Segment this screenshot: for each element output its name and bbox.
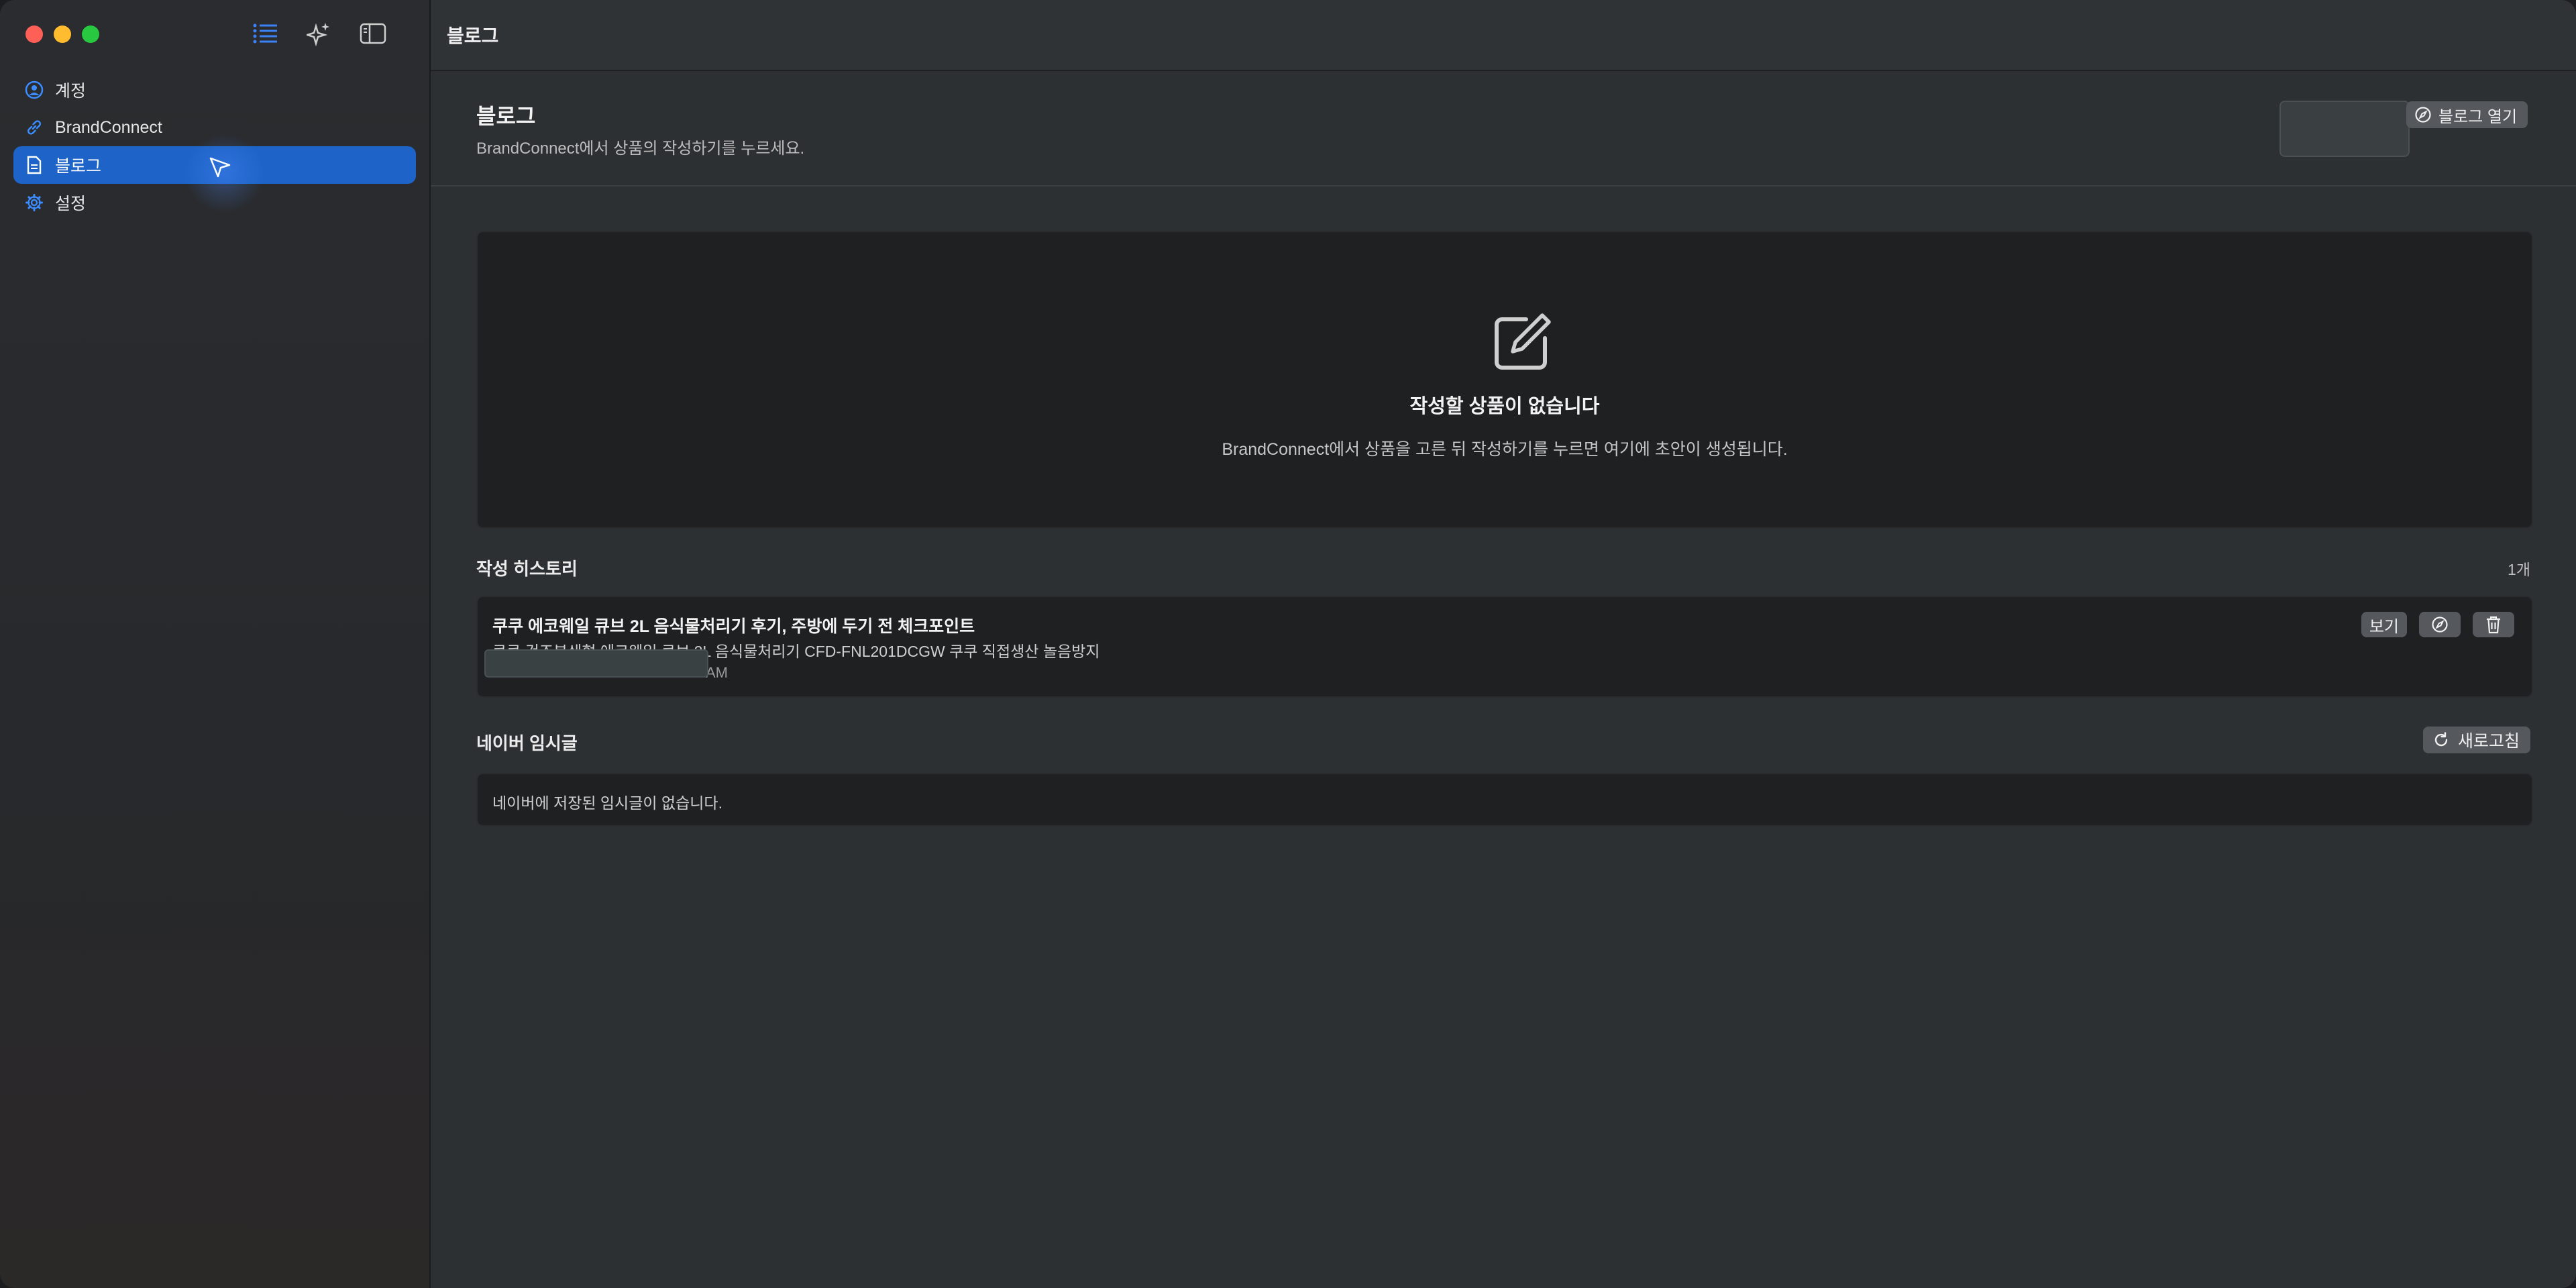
drafts-section-title: 네이버 임시글 [476, 733, 578, 753]
open-blog-button[interactable]: 블로그 열기 [2406, 101, 2528, 128]
sidebar-item-settings[interactable]: 설정 [13, 184, 416, 221]
history-count: 1개 [2508, 561, 2530, 578]
document-icon [24, 155, 44, 175]
refresh-label: 새로고침 [2457, 732, 2520, 751]
sidebar: 계정 BrandConnect 블로그 설정 [0, 0, 431, 1288]
sidebar-item-label: BrandConnect [55, 117, 162, 137]
trash-icon [2487, 616, 2500, 634]
empty-state-title: 작성할 상품이 없습니다 [1409, 396, 1600, 417]
empty-state-panel: 작성할 상품이 없습니다 BrandConnect에서 상품을 고른 뒤 작성하… [476, 231, 2533, 529]
history-section-title: 작성 히스토리 [476, 559, 578, 579]
minimize-window-button[interactable] [54, 25, 71, 43]
page-subtitle: BrandConnect에서 상품의 작성하기를 누르세요. [476, 140, 805, 158]
compass-icon [2415, 107, 2431, 123]
open-blog-label: 블로그 열기 [2438, 107, 2518, 126]
sidebar-item-blog[interactable]: 블로그 [13, 133, 416, 213]
refresh-button[interactable]: 새로고침 [2422, 727, 2530, 753]
empty-state-description: BrandConnect에서 상품을 고른 뒤 작성하기를 누르면 여기에 초안… [1222, 440, 1788, 459]
view-button[interactable]: 보기 [2361, 612, 2407, 637]
close-window-button[interactable] [25, 25, 43, 43]
gear-icon [24, 193, 44, 213]
sparkles-button[interactable] [306, 20, 333, 47]
sidebar-item-account[interactable]: 계정 [13, 71, 416, 109]
main-content: 블로그 블로그 BrandConnect에서 상품의 작성하기를 누르세요. 블… [431, 0, 2576, 1288]
link-icon [24, 117, 44, 138]
redacted-placeholder [484, 649, 708, 678]
compose-icon [1495, 313, 1551, 370]
redacted-placeholder [2279, 101, 2410, 157]
list-view-button[interactable] [252, 20, 279, 47]
delete-button[interactable] [2473, 612, 2514, 637]
window-controls [25, 25, 99, 43]
history-item-title: 쿠쿠 에코웨일 큐브 2L 음식물처리기 후기, 주방에 두기 전 체크포인트 [492, 617, 975, 636]
sidebar-toggle-icon [360, 23, 386, 44]
open-in-browser-button[interactable] [2419, 612, 2461, 637]
drafts-panel: 네이버에 저장된 임시글이 없습니다. [476, 773, 2533, 826]
sidebar-item-label: 블로그 [55, 157, 102, 176]
sparkles-icon [307, 23, 329, 46]
app-window: 계정 BrandConnect 블로그 설정 블로그 블로그 BrandConn… [0, 0, 2576, 1288]
sidebar-item-label: 계정 [55, 82, 87, 101]
maximize-window-button[interactable] [82, 25, 99, 43]
compass-icon [2432, 616, 2448, 633]
refresh-icon [2434, 732, 2448, 747]
history-item-date: AM [706, 664, 728, 681]
mouse-cursor-icon [209, 157, 231, 178]
blog-header: 블로그 BrandConnect에서 상품의 작성하기를 누르세요. 블로그 열… [431, 71, 2576, 186]
person-circle-icon [24, 80, 44, 100]
sidebar-item-brandconnect[interactable]: BrandConnect [13, 109, 416, 146]
page-title: 블로그 [476, 104, 536, 128]
history-item-actions: 보기 [2361, 612, 2514, 637]
sidebar-nav: 계정 BrandConnect 블로그 설정 [13, 71, 416, 221]
history-item[interactable]: 쿠쿠 에코웨일 큐브 2L 음식물처리기 후기, 주방에 두기 전 체크포인트 … [476, 596, 2533, 698]
list-icon [253, 23, 277, 44]
drafts-empty-text: 네이버에 저장된 임시글이 없습니다. [492, 794, 722, 812]
toggle-sidebar-button[interactable] [360, 20, 386, 47]
sidebar-item-label: 설정 [55, 195, 87, 213]
toolbar-title: 블로그 [431, 0, 2576, 71]
sidebar-toolbar [252, 20, 386, 47]
